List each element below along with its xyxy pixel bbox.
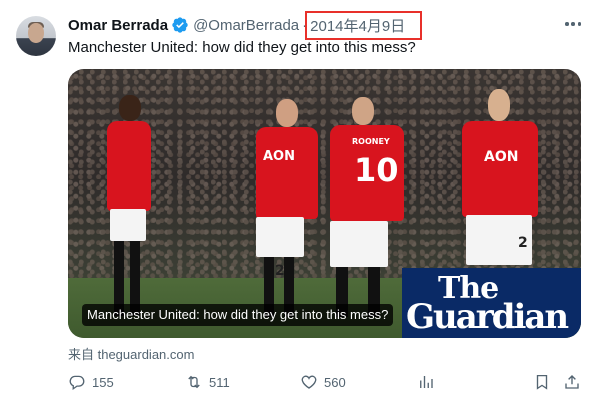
shirt-number: 2 <box>518 235 528 251</box>
retweet-icon <box>188 375 200 389</box>
player-figure <box>104 95 154 338</box>
views-button[interactable] <box>417 370 435 394</box>
action-bar: 155 511 560 <box>0 370 610 394</box>
like-icon <box>301 375 317 389</box>
reply-icon <box>69 375 85 391</box>
retweet-count: 511 <box>209 374 230 390</box>
bookmark-button[interactable] <box>533 370 551 394</box>
player-figure: ROONEY 10 <box>322 97 412 338</box>
reply-count: 155 <box>92 374 114 390</box>
tweet[interactable]: Omar Berrada @OmarBerrada · 2014年4月9日 Ma… <box>0 0 610 405</box>
retweet-button[interactable]: 511 <box>185 370 230 394</box>
like-count: 560 <box>324 374 346 390</box>
author-name[interactable]: Omar Berrada <box>68 17 168 34</box>
card-caption: Manchester United: how did they get into… <box>82 304 394 326</box>
shirt-sponsor: AON <box>263 149 295 164</box>
avatar-face <box>28 23 44 43</box>
author-handle[interactable]: @OmarBerrada <box>193 17 299 34</box>
link-card[interactable]: AON 20 ROONEY 10 AON 2 The Guardian <box>68 69 581 338</box>
tweet-text: Manchester United: how did they get into… <box>68 39 416 56</box>
shirt-sponsor: AON <box>484 149 519 165</box>
date-highlight-box <box>305 11 422 40</box>
share-button[interactable] <box>563 370 581 394</box>
like-button[interactable]: 560 <box>300 370 346 394</box>
shirt-number: 10 <box>354 151 399 189</box>
guardian-logo: The Guardian <box>402 268 581 338</box>
shirt-name: ROONEY <box>352 137 390 146</box>
reply-button[interactable]: 155 <box>68 370 114 394</box>
bookmark-icon <box>536 374 548 390</box>
views-icon <box>420 376 433 388</box>
more-icon[interactable] <box>565 16 581 32</box>
player-figure: AON 2 <box>458 89 542 268</box>
player-figure: AON 20 <box>250 99 324 338</box>
guardian-logo-line2: Guardian <box>406 297 569 337</box>
card-source[interactable]: 来自 theguardian.com <box>68 344 194 363</box>
share-icon <box>565 375 579 389</box>
verified-badge-icon[interactable] <box>171 16 189 34</box>
avatar[interactable] <box>16 16 56 56</box>
